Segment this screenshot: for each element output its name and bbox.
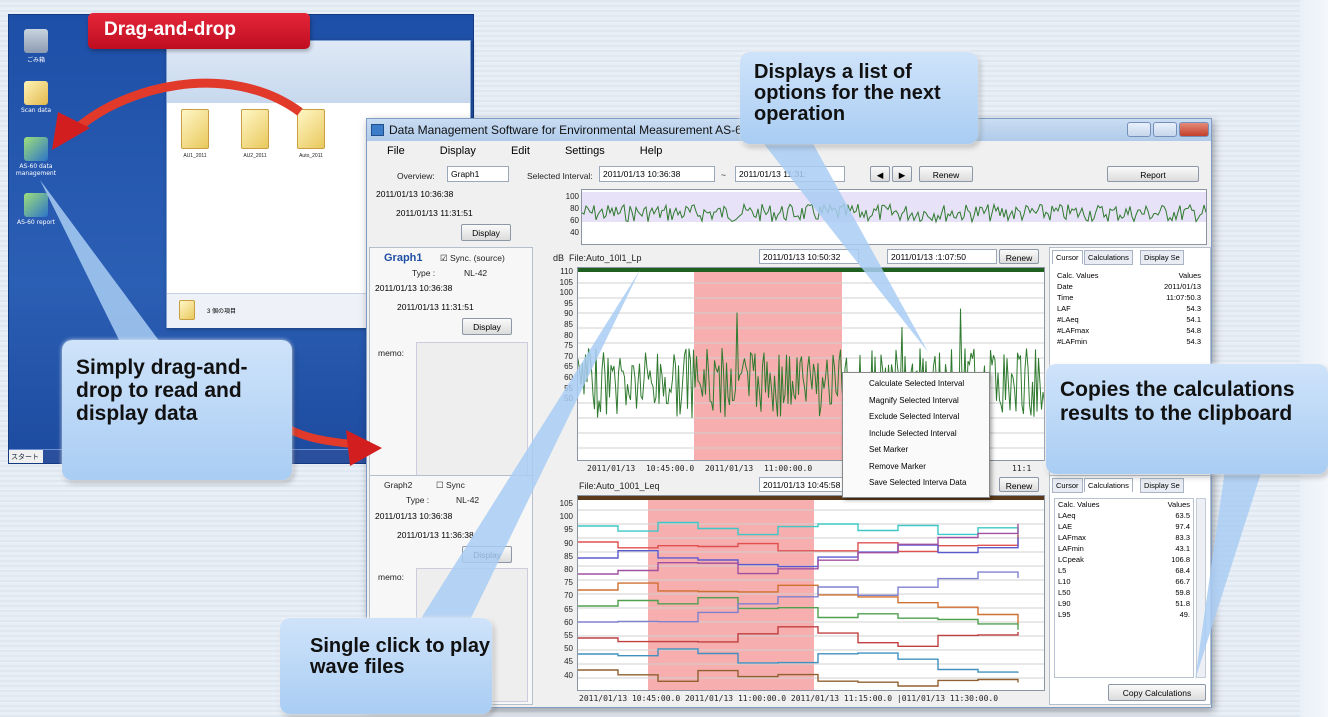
single-click-callout: Single click to play wave files [280,618,492,714]
single-click-callout-tail [420,270,640,620]
options-callout: Displays a list of options for the next … [740,52,978,144]
options-callout-tail [745,120,928,352]
copies-callout: Copies the calculations results to the c… [1046,364,1328,474]
read-arrow-head [346,430,382,466]
copies-callout-tail [1195,470,1262,680]
simply-callout-tail [40,180,160,342]
drag-and-drop-banner: Drag-and-drop [88,13,310,49]
simply-callout: Simply drag-and-drop to read and display… [62,340,292,480]
drag-arrow [66,78,303,139]
